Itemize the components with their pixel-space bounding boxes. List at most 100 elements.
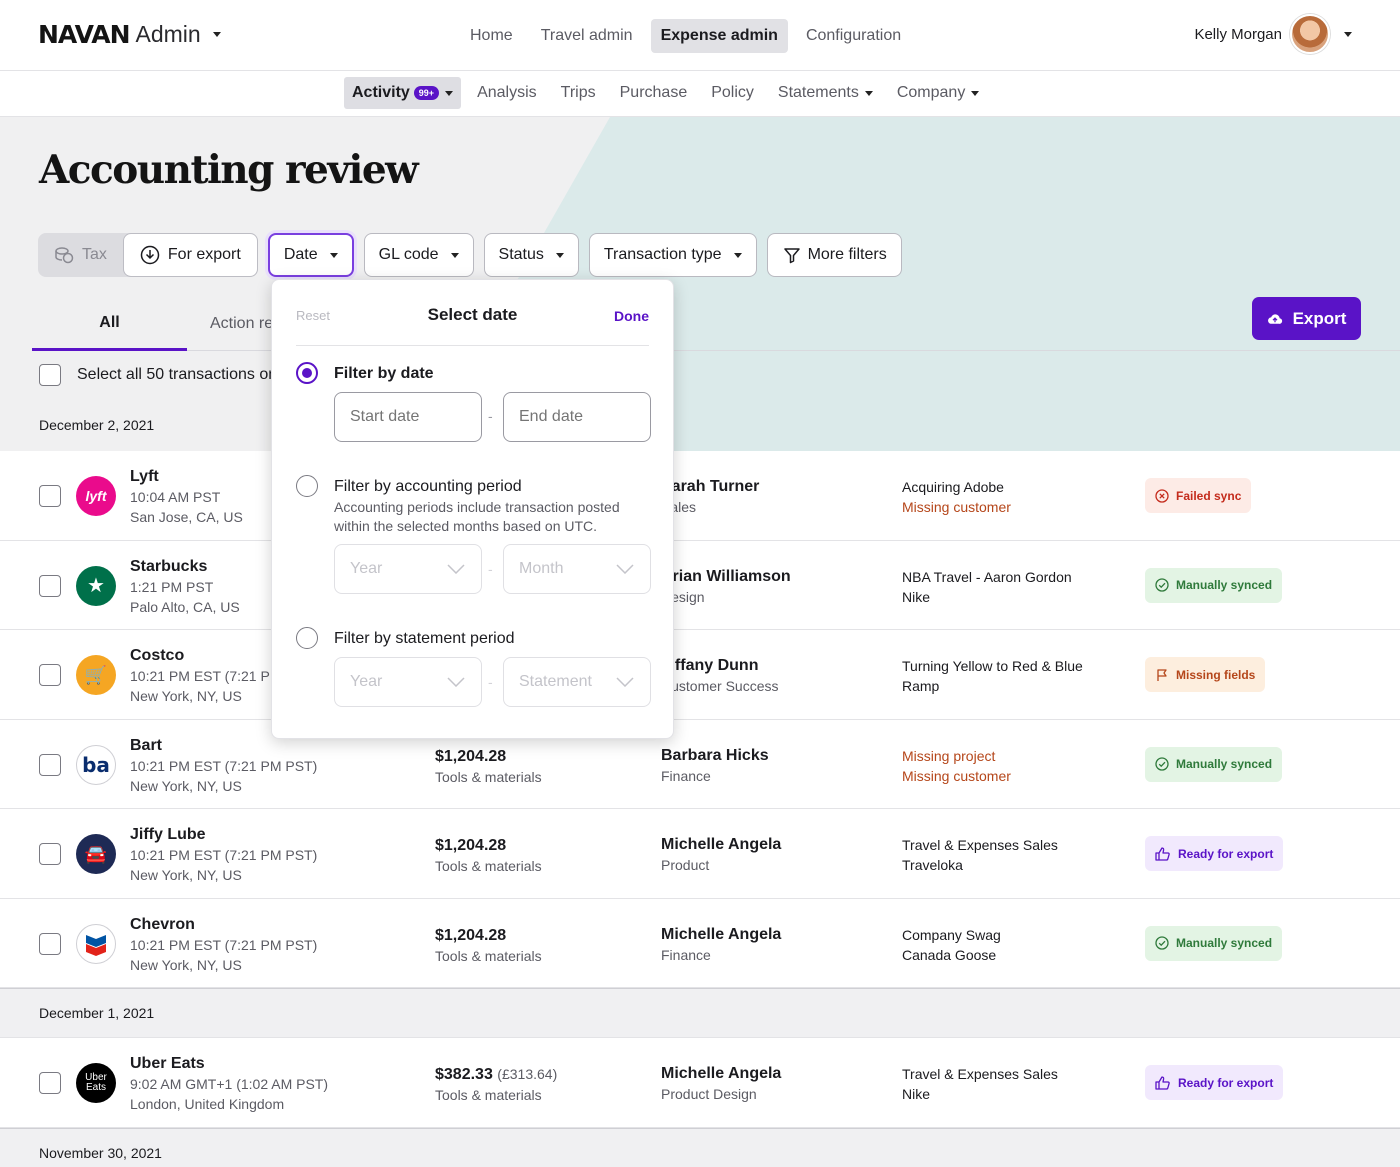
status-badge[interactable]: Missing fields [1145, 657, 1266, 692]
subnav-trips[interactable]: Trips [553, 77, 604, 109]
subnav-policy[interactable]: Policy [703, 77, 762, 109]
employee-department: Product Design [661, 1086, 757, 1102]
employee-department: Product [661, 857, 710, 873]
employee-name: Sarah Turner [661, 478, 760, 495]
subnav-company[interactable]: Company [889, 77, 987, 109]
user-menu[interactable]: Kelly Morgan [1194, 14, 1352, 54]
status-filter-button[interactable]: Status [483, 233, 579, 277]
radio-filter-by-date[interactable] [296, 362, 318, 384]
date-group-header: December 2, 2021 [39, 417, 155, 433]
table-row[interactable]: 🛒 Costco 10:21 PM EST (7:21 PM PST) New … [0, 630, 1400, 720]
for-export-toggle[interactable]: For export [122, 233, 258, 277]
bart-icon: ba [76, 744, 116, 785]
brand-switcher[interactable]: NAVAN Admin [38, 20, 221, 49]
row-checkbox[interactable] [39, 843, 61, 865]
table-row[interactable]: Uber Eats Uber Eats 9:02 AM GMT+1 (1:02 … [0, 1038, 1400, 1128]
transaction-type-filter-label: Transaction type [603, 246, 722, 263]
radio-filter-by-accounting-period[interactable] [296, 475, 318, 497]
transaction-location: San Jose, CA, US [130, 509, 243, 525]
statement-select[interactable]: Statement [503, 657, 651, 707]
top-nav: NAVAN Admin Home Travel admin Expense ad… [0, 0, 1400, 71]
subnav-statements[interactable]: Statements [770, 77, 881, 109]
date-filter-button[interactable]: Date [267, 233, 354, 277]
status-badge[interactable]: Manually synced [1145, 567, 1283, 603]
navan-logo: NAVAN [38, 20, 130, 49]
merchant-name: Lyft [130, 468, 159, 485]
status-badge[interactable]: Failed sync [1145, 478, 1252, 513]
nav-configuration[interactable]: Configuration [796, 19, 911, 53]
cloud-upload-icon [1267, 313, 1282, 324]
table-row[interactable]: lyft Lyft 10:04 AM PST San Jose, CA, US … [0, 451, 1400, 541]
popover-header: Reset Select date Done [296, 302, 649, 346]
row-checkbox[interactable] [39, 932, 61, 955]
transaction-time: 10:04 AM PST [130, 489, 221, 505]
filter-funnel-icon [783, 248, 800, 264]
table-row[interactable]: Chevron 10:21 PM EST (7:21 PM PST) New Y… [0, 898, 1400, 988]
transaction-time: 10:21 PM EST (7:21 PM PST) [130, 847, 318, 863]
project-cell: Acquiring Adobe Missing customer [902, 477, 1011, 517]
chevron-down-icon [447, 564, 465, 574]
employee-cell: Michelle Angela Product [661, 835, 781, 875]
statement-year-select[interactable]: Year [334, 657, 482, 707]
customer-name: Nike [902, 588, 931, 605]
nav-travel-admin[interactable]: Travel admin [531, 19, 643, 53]
amount: $382.33 [435, 1066, 493, 1083]
employee-cell: Tiffany Dunn Customer Success [661, 656, 778, 696]
merchant-name: Jiffy Lube [130, 826, 206, 843]
nav-home[interactable]: Home [460, 19, 523, 53]
nav-expense-admin[interactable]: Expense admin [650, 19, 788, 53]
thumbs-up-icon [1155, 1075, 1170, 1090]
row-checkbox[interactable] [39, 664, 61, 686]
more-filters-button[interactable]: More filters [766, 233, 902, 277]
tax-label: Tax [82, 246, 107, 263]
project-cell: Travel & Expenses Sales Nike [902, 1064, 1058, 1104]
project-cell: Company Swag Canada Goose [902, 925, 1001, 965]
merchant-icon-text: Uber Eats [85, 1072, 107, 1093]
chevron-down-icon [447, 677, 465, 687]
chevron-down-icon [616, 564, 634, 574]
customer-name: Canada Goose [902, 946, 997, 963]
status-badge[interactable]: Ready for export [1145, 1065, 1284, 1100]
export-button[interactable]: Export [1252, 297, 1361, 340]
row-checkbox[interactable] [39, 1072, 61, 1094]
employee-department: Finance [661, 946, 711, 963]
accounting-month-select[interactable]: Month [503, 544, 651, 594]
subnav-analysis[interactable]: Analysis [469, 77, 545, 109]
chevron-down-icon [329, 252, 338, 258]
tab-all[interactable]: All [32, 297, 187, 351]
done-button[interactable]: Done [614, 308, 649, 324]
main-nav: Home Travel admin Expense admin Configur… [460, 19, 911, 53]
chevron-down-icon [733, 252, 742, 258]
expense-category: Tools & materials [435, 858, 542, 874]
status-label: Missing fields [1176, 667, 1256, 682]
tax-toggle[interactable]: Tax [38, 233, 123, 277]
status-badge[interactable]: Ready for export [1145, 836, 1284, 871]
row-checkbox[interactable] [39, 485, 61, 507]
filter-by-date-label: Filter by date [334, 365, 434, 382]
avatar [1290, 14, 1330, 54]
select-all-checkbox[interactable] [39, 364, 61, 386]
project-cell: Travel & Expenses Sales Traveloka [902, 835, 1058, 875]
transaction-time: 10:21 PM EST (7:21 PM PST) [130, 757, 318, 774]
accounting-month-label: Month [519, 560, 564, 577]
table-row[interactable]: ba Bart 10:21 PM EST (7:21 PM PST) New Y… [0, 719, 1400, 809]
transaction-type-filter-button[interactable]: Transaction type [588, 233, 757, 277]
accounting-year-select[interactable]: Year [334, 544, 482, 594]
row-checkbox[interactable] [39, 753, 61, 776]
start-date-input[interactable] [334, 392, 482, 442]
employee-name: Brian Williamson [661, 567, 791, 585]
row-checkbox[interactable] [39, 574, 61, 597]
project-cell: Turning Yellow to Red & Blue Ramp [902, 656, 1083, 696]
radio-filter-by-statement-period[interactable] [296, 627, 318, 649]
subnav-purchase[interactable]: Purchase [612, 77, 696, 109]
table-row[interactable]: 🚘 Jiffy Lube 10:21 PM EST (7:21 PM PST) … [0, 809, 1400, 899]
status-label: Failed sync [1176, 488, 1242, 503]
end-date-input[interactable] [503, 392, 651, 442]
gl-code-filter-button[interactable]: GL code [363, 233, 474, 277]
employee-cell: Brian Williamson Design [661, 567, 791, 607]
subnav-activity[interactable]: Activity 99+ [344, 77, 462, 109]
status-badge[interactable]: Manually synced [1145, 746, 1283, 782]
table-row[interactable]: ★ Starbucks 1:21 PM PST Palo Alto, CA, U… [0, 540, 1400, 630]
status-badge[interactable]: Manually synced [1145, 925, 1283, 961]
project-name: Company Swag [902, 926, 1001, 943]
